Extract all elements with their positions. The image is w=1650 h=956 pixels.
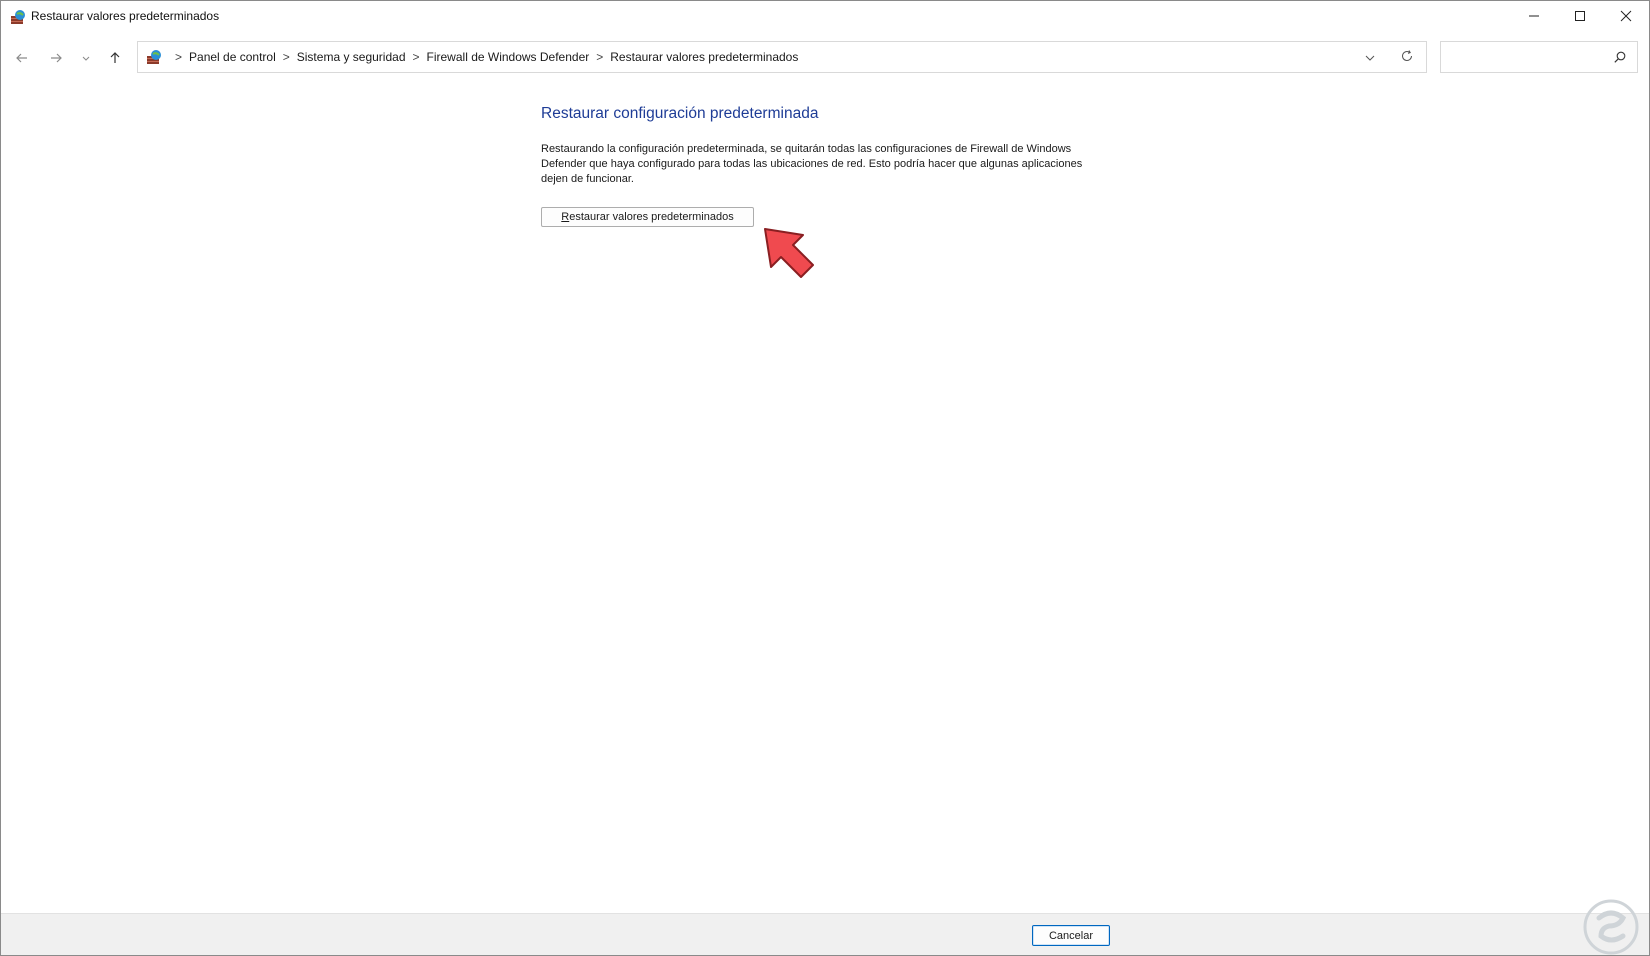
minimize-icon — [1529, 15, 1539, 17]
window-title: Restaurar valores predeterminados — [31, 9, 220, 23]
up-button[interactable] — [104, 47, 126, 69]
left-navigation-pane — [21, 89, 131, 259]
minimize-button[interactable] — [1511, 1, 1557, 31]
breadcrumb: > Panel de control > Sistema y seguridad… — [146, 42, 798, 72]
arrow-left-icon — [16, 53, 27, 63]
address-bar[interactable]: > Panel de control > Sistema y seguridad… — [137, 41, 1427, 73]
breadcrumb-sistema-y-seguridad[interactable]: Sistema y seguridad — [297, 50, 406, 64]
breadcrumb-panel-de-control[interactable]: Panel de control — [189, 50, 276, 64]
restore-button-accelerator: R — [561, 211, 570, 223]
breadcrumb-separator[interactable]: > — [283, 50, 290, 64]
maximize-icon — [1575, 11, 1585, 21]
arrow-up-icon — [110, 52, 120, 63]
firewall-icon — [147, 50, 161, 64]
close-button[interactable] — [1603, 1, 1649, 31]
description-line: dejen de funcionar. — [541, 173, 634, 185]
arrow-right-icon — [51, 53, 62, 63]
chevron-down-icon — [1365, 55, 1375, 61]
address-history-button[interactable] — [1364, 51, 1376, 69]
search-icon — [1614, 51, 1626, 63]
refresh-icon — [1402, 50, 1413, 62]
watermark-logo-icon — [1583, 899, 1639, 955]
chevron-down-icon — [82, 56, 90, 61]
page-title: Restaurar configuración predeterminada — [541, 105, 819, 122]
control-panel-window: Restaurar valores predeterminados > Pane… — [0, 0, 1650, 956]
description-line: Restaurando la configuración predetermin… — [541, 143, 1072, 155]
annotation-arrow-icon — [764, 228, 814, 278]
firewall-app-icon — [11, 10, 25, 24]
close-icon — [1620, 10, 1632, 22]
breadcrumb-separator[interactable]: > — [596, 50, 603, 64]
refresh-button[interactable] — [1400, 49, 1414, 68]
forward-button[interactable] — [45, 47, 67, 69]
navigation-bar: > Panel de control > Sistema y seguridad… — [1, 39, 1649, 77]
recent-locations-button[interactable] — [75, 47, 97, 69]
description-line: Defender que haya configurado para todas… — [541, 158, 1083, 170]
cancel-button[interactable]: Cancelar — [1032, 925, 1110, 946]
search-input[interactable] — [1440, 41, 1638, 73]
breadcrumb-separator: > — [175, 50, 183, 64]
maximize-button[interactable] — [1557, 1, 1603, 31]
page-description: Restaurando la configuración predetermin… — [541, 142, 1121, 187]
breadcrumb-restaurar[interactable]: Restaurar valores predeterminados — [610, 50, 798, 64]
back-button[interactable] — [11, 47, 33, 69]
restore-defaults-button[interactable]: Restaurar valores predeterminados — [541, 207, 754, 227]
footer-bar: Cancelar — [1, 913, 1649, 955]
breadcrumb-separator[interactable]: > — [413, 50, 420, 64]
restore-button-label: estaurar valores predeterminados — [569, 211, 734, 223]
breadcrumb-firewall[interactable]: Firewall de Windows Defender — [427, 50, 590, 64]
title-bar[interactable]: Restaurar valores predeterminados — [1, 1, 1649, 32]
